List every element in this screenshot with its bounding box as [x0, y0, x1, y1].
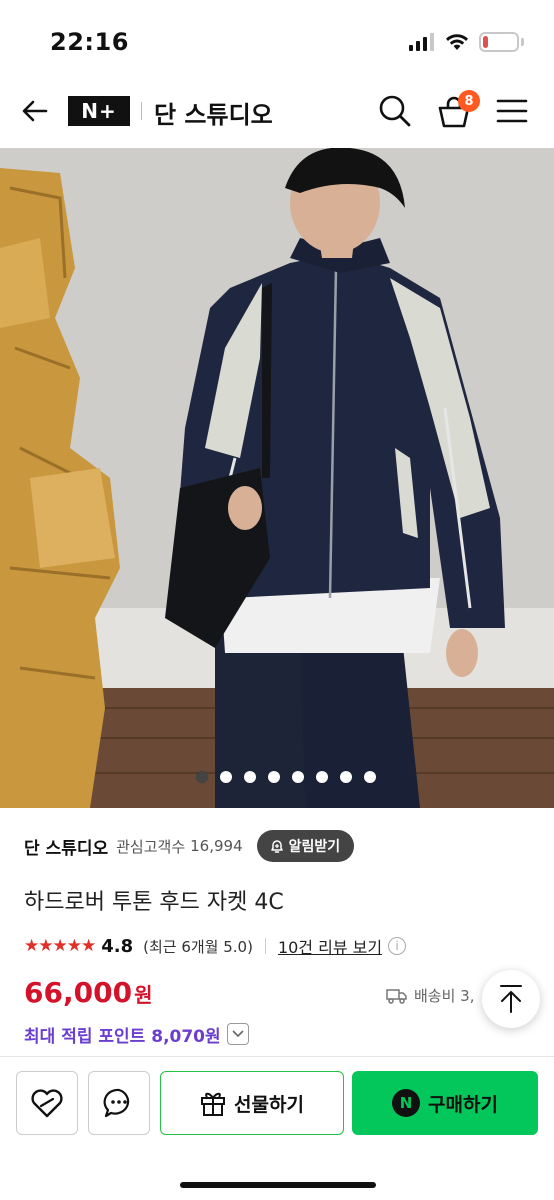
info-icon[interactable]: i — [388, 937, 407, 955]
points-text: 최대 적립 포인트 8,070원 — [24, 1026, 221, 1047]
product-title: 하드로버 투톤 후드 자켓 4C — [24, 890, 284, 915]
signal-icon — [409, 33, 434, 51]
notify-label: 알림받기 — [288, 839, 341, 855]
gallery-dot[interactable] — [196, 771, 208, 783]
chevron-down-icon[interactable] — [226, 1023, 249, 1045]
price: 66,000 — [24, 976, 133, 1009]
status-time: 22:16 — [50, 28, 129, 56]
header-store-name[interactable]: 단 스튜디오 — [154, 95, 273, 130]
gift-button[interactable]: 선물하기 — [160, 1071, 344, 1135]
buy-button[interactable]: N 구매하기 — [352, 1071, 538, 1135]
rating-row: ★★★★★ 4.8 (최근 6개월 5.0) 10건 리뷰 보기 i — [24, 932, 544, 960]
store-row: 단 스튜디오 관심고객수 16,994 알림받기 — [24, 828, 544, 864]
price-unit: 원 — [134, 983, 153, 1007]
status-icons: 17 — [409, 32, 524, 52]
gallery-dot[interactable] — [364, 771, 376, 783]
gallery-dot[interactable] — [268, 771, 280, 783]
gallery-dot[interactable] — [340, 771, 352, 783]
rating-divider — [264, 938, 266, 954]
wifi-icon — [446, 34, 468, 50]
shipping-info[interactable]: 배송비 3, — [386, 985, 474, 1006]
gallery-dots[interactable] — [0, 771, 554, 783]
chat-button[interactable] — [88, 1071, 150, 1135]
wishlist-button[interactable] — [16, 1071, 78, 1135]
scroll-top-button[interactable] — [482, 970, 540, 1028]
gallery-dot[interactable] — [292, 771, 304, 783]
bell-plus-icon — [270, 840, 283, 853]
battery-icon: 17 — [479, 32, 519, 52]
notify-button[interactable]: 알림받기 — [256, 830, 355, 862]
rating-value: 4.8 — [101, 935, 134, 957]
gallery-dot[interactable] — [220, 771, 232, 783]
cart-count-badge: 8 — [458, 90, 480, 112]
rating-recent: (최근 6개월 5.0) — [143, 937, 253, 956]
header-divider — [141, 102, 142, 120]
home-indicator — [180, 1182, 376, 1188]
interest-label: 관심고객수 — [116, 837, 186, 856]
heart-icon — [31, 1089, 63, 1118]
battery-level: 17 — [489, 34, 509, 50]
search-icon[interactable] — [378, 94, 412, 128]
gift-label: 선물하기 — [234, 1093, 304, 1116]
buy-label: 구매하기 — [428, 1093, 498, 1116]
back-arrow-icon[interactable] — [20, 96, 50, 126]
menu-icon[interactable] — [496, 96, 528, 126]
status-bar: 22:16 17 — [0, 0, 554, 74]
product-image[interactable] — [0, 148, 554, 808]
shipping-text: 배송비 3, — [414, 987, 475, 1005]
arrow-up-icon — [500, 985, 522, 1013]
price-row: 66,000 원 — [24, 976, 152, 1016]
points-row[interactable]: 최대 적립 포인트 8,070원 — [24, 1020, 249, 1048]
rating-stars: ★★★★★ — [24, 936, 96, 956]
gallery-dot[interactable] — [244, 771, 256, 783]
naver-pay-icon: N — [392, 1089, 421, 1117]
truck-icon — [386, 988, 407, 1004]
chat-bubble-icon — [103, 1088, 130, 1118]
interest-count: 16,994 — [190, 837, 243, 855]
review-link[interactable]: 10건 리뷰 보기 — [278, 934, 382, 958]
battery-tip — [521, 38, 524, 46]
bottom-action-bar: 선물하기 N 구매하기 — [0, 1056, 554, 1200]
store-name[interactable]: 단 스튜디오 — [24, 834, 108, 859]
naver-plus-logo[interactable]: N+ — [68, 96, 130, 126]
gift-icon — [201, 1092, 226, 1116]
product-photo — [0, 148, 554, 808]
gallery-dot[interactable] — [316, 771, 328, 783]
